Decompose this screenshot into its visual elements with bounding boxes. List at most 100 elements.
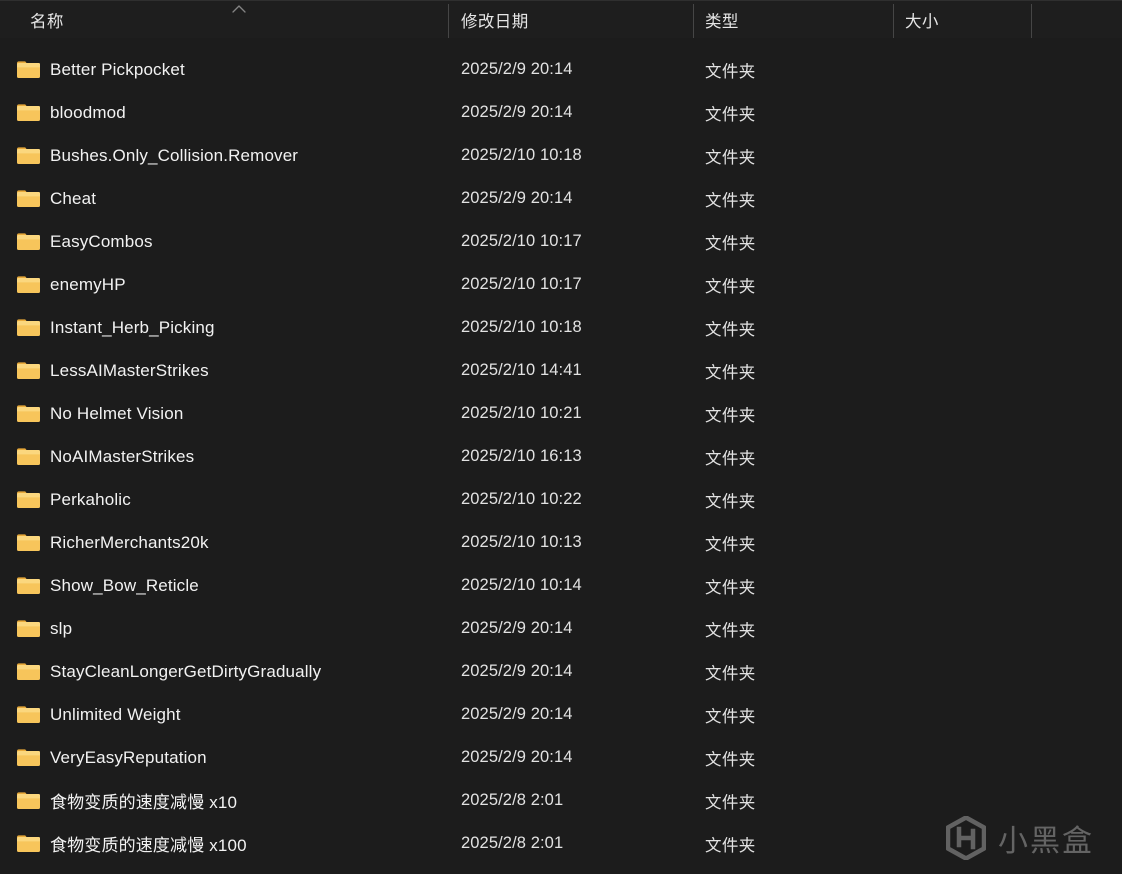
file-date-modified-cell: 2025/2/10 14:41: [461, 361, 582, 379]
chevron-up-icon: [231, 3, 247, 15]
table-row[interactable]: EasyCombos 2025/2/10 10:17 文件夹: [0, 220, 1122, 263]
file-date-modified-cell: 2025/2/10 10:18: [461, 146, 582, 164]
folder-icon: [16, 360, 41, 381]
folder-icon: [16, 833, 41, 854]
column-header-date-modified[interactable]: 修改日期: [448, 1, 693, 39]
file-name-label: Better Pickpocket: [50, 59, 185, 79]
file-name-label: No Helmet Vision: [50, 403, 184, 423]
file-name-label: Instant_Herb_Picking: [50, 317, 215, 337]
file-name-cell[interactable]: NoAIMasterStrikes: [0, 435, 448, 478]
file-type-cell: 文件夹: [705, 406, 756, 425]
file-date-modified-cell: 2025/2/10 10:17: [461, 275, 582, 293]
file-name-label: 食物变质的速度减慢 x100: [50, 836, 247, 855]
file-size-cell: [893, 134, 1032, 177]
table-row[interactable]: Cheat 2025/2/9 20:14 文件夹: [0, 177, 1122, 220]
file-type-cell: 文件夹: [705, 62, 756, 81]
file-name-cell[interactable]: bloodmod: [0, 91, 448, 134]
table-row[interactable]: No Helmet Vision 2025/2/10 10:21 文件夹: [0, 392, 1122, 435]
file-date-modified-cell: 2025/2/10 10:21: [461, 404, 582, 422]
file-type-cell: 文件夹: [705, 793, 756, 812]
folder-icon: [16, 532, 41, 553]
file-size-cell: [893, 693, 1032, 736]
file-date-modified-cell: 2025/2/8 2:01: [461, 834, 564, 852]
file-name-cell[interactable]: slp: [0, 607, 448, 650]
table-row[interactable]: Instant_Herb_Picking 2025/2/10 10:18 文件夹: [0, 306, 1122, 349]
file-size-cell: [893, 607, 1032, 650]
column-header-extra[interactable]: [1032, 1, 1122, 39]
folder-icon: [16, 704, 41, 725]
table-row[interactable]: Better Pickpocket 2025/2/9 20:14 文件夹: [0, 48, 1122, 91]
file-date-modified-cell: 2025/2/10 10:18: [461, 318, 582, 336]
table-row[interactable]: 食物变质的速度减慢 x100 2025/2/8 2:01 文件夹: [0, 822, 1122, 865]
folder-icon: [16, 575, 41, 596]
file-name-cell[interactable]: VeryEasyReputation: [0, 736, 448, 779]
file-name-cell[interactable]: 食物变质的速度减慢 x10: [0, 779, 448, 822]
folder-icon: [16, 188, 41, 209]
file-type-cell: 文件夹: [705, 621, 756, 640]
file-name-cell[interactable]: RicherMerchants20k: [0, 521, 448, 564]
file-type-cell: 文件夹: [705, 664, 756, 683]
file-type-cell: 文件夹: [705, 277, 756, 296]
column-header-type-label: 类型: [705, 13, 739, 31]
file-type-cell: 文件夹: [705, 578, 756, 597]
table-row[interactable]: bloodmod 2025/2/9 20:14 文件夹: [0, 91, 1122, 134]
file-size-cell: [893, 736, 1032, 779]
folder-icon: [16, 618, 41, 639]
folder-icon: [16, 102, 41, 123]
folder-icon: [16, 489, 41, 510]
table-row[interactable]: enemyHP 2025/2/10 10:17 文件夹: [0, 263, 1122, 306]
file-explorer-list-view: 名称 修改日期 类型 大小 Better Pickpocket 2025/2/9 …: [0, 0, 1122, 874]
table-row[interactable]: Show_Bow_Reticle 2025/2/10 10:14 文件夹: [0, 564, 1122, 607]
file-name-label: EasyCombos: [50, 231, 153, 251]
file-date-modified-cell: 2025/2/10 10:17: [461, 232, 582, 250]
column-header-type[interactable]: 类型: [693, 1, 893, 39]
table-row[interactable]: RicherMerchants20k 2025/2/10 10:13 文件夹: [0, 521, 1122, 564]
file-name-cell[interactable]: Instant_Herb_Picking: [0, 306, 448, 349]
file-date-modified-cell: 2025/2/9 20:14: [461, 103, 573, 121]
file-size-cell: [893, 779, 1032, 822]
file-name-cell[interactable]: StayCleanLongerGetDirtyGradually: [0, 650, 448, 693]
file-name-cell[interactable]: Bushes.Only_Collision.Remover: [0, 134, 448, 177]
file-name-label: StayCleanLongerGetDirtyGradually: [50, 661, 322, 681]
file-size-cell: [893, 306, 1032, 349]
file-size-cell: [893, 564, 1032, 607]
table-row[interactable]: LessAIMasterStrikes 2025/2/10 14:41 文件夹: [0, 349, 1122, 392]
file-date-modified-cell: 2025/2/9 20:14: [461, 60, 573, 78]
file-name-cell[interactable]: Better Pickpocket: [0, 48, 448, 91]
table-row[interactable]: Bushes.Only_Collision.Remover 2025/2/10 1…: [0, 134, 1122, 177]
file-type-cell: 文件夹: [705, 836, 756, 855]
file-type-cell: 文件夹: [705, 105, 756, 124]
table-row[interactable]: slp 2025/2/9 20:14 文件夹: [0, 607, 1122, 650]
table-row[interactable]: VeryEasyReputation 2025/2/9 20:14 文件夹: [0, 736, 1122, 779]
file-name-cell[interactable]: No Helmet Vision: [0, 392, 448, 435]
file-type-cell: 文件夹: [705, 535, 756, 554]
file-date-modified-cell: 2025/2/9 20:14: [461, 189, 573, 207]
file-name-cell[interactable]: enemyHP: [0, 263, 448, 306]
file-size-cell: [893, 822, 1032, 865]
file-name-cell[interactable]: Show_Bow_Reticle: [0, 564, 448, 607]
column-header-name[interactable]: 名称: [0, 1, 448, 39]
file-name-cell[interactable]: EasyCombos: [0, 220, 448, 263]
file-name-cell[interactable]: Cheat: [0, 177, 448, 220]
folder-icon: [16, 661, 41, 682]
column-header-size[interactable]: 大小: [893, 1, 1032, 39]
file-name-cell[interactable]: Unlimited Weight: [0, 693, 448, 736]
file-size-cell: [893, 349, 1032, 392]
folder-icon: [16, 231, 41, 252]
table-row[interactable]: Perkaholic 2025/2/10 10:22 文件夹: [0, 478, 1122, 521]
folder-icon: [16, 59, 41, 80]
file-date-modified-cell: 2025/2/10 16:13: [461, 447, 582, 465]
column-header-name-label: 名称: [30, 13, 64, 31]
table-row[interactable]: StayCleanLongerGetDirtyGradually 2025/2/9…: [0, 650, 1122, 693]
folder-icon: [16, 145, 41, 166]
file-type-cell: 文件夹: [705, 492, 756, 511]
table-row[interactable]: 食物变质的速度减慢 x10 2025/2/8 2:01 文件夹: [0, 779, 1122, 822]
file-size-cell: [893, 48, 1032, 91]
table-row[interactable]: NoAIMasterStrikes 2025/2/10 16:13 文件夹: [0, 435, 1122, 478]
column-header-row: 名称 修改日期 类型 大小: [0, 0, 1122, 38]
file-name-cell[interactable]: Perkaholic: [0, 478, 448, 521]
file-name-cell[interactable]: 食物变质的速度减慢 x100: [0, 822, 448, 865]
file-name-cell[interactable]: LessAIMasterStrikes: [0, 349, 448, 392]
table-row[interactable]: Unlimited Weight 2025/2/9 20:14 文件夹: [0, 693, 1122, 736]
column-header-size-label: 大小: [905, 13, 939, 31]
